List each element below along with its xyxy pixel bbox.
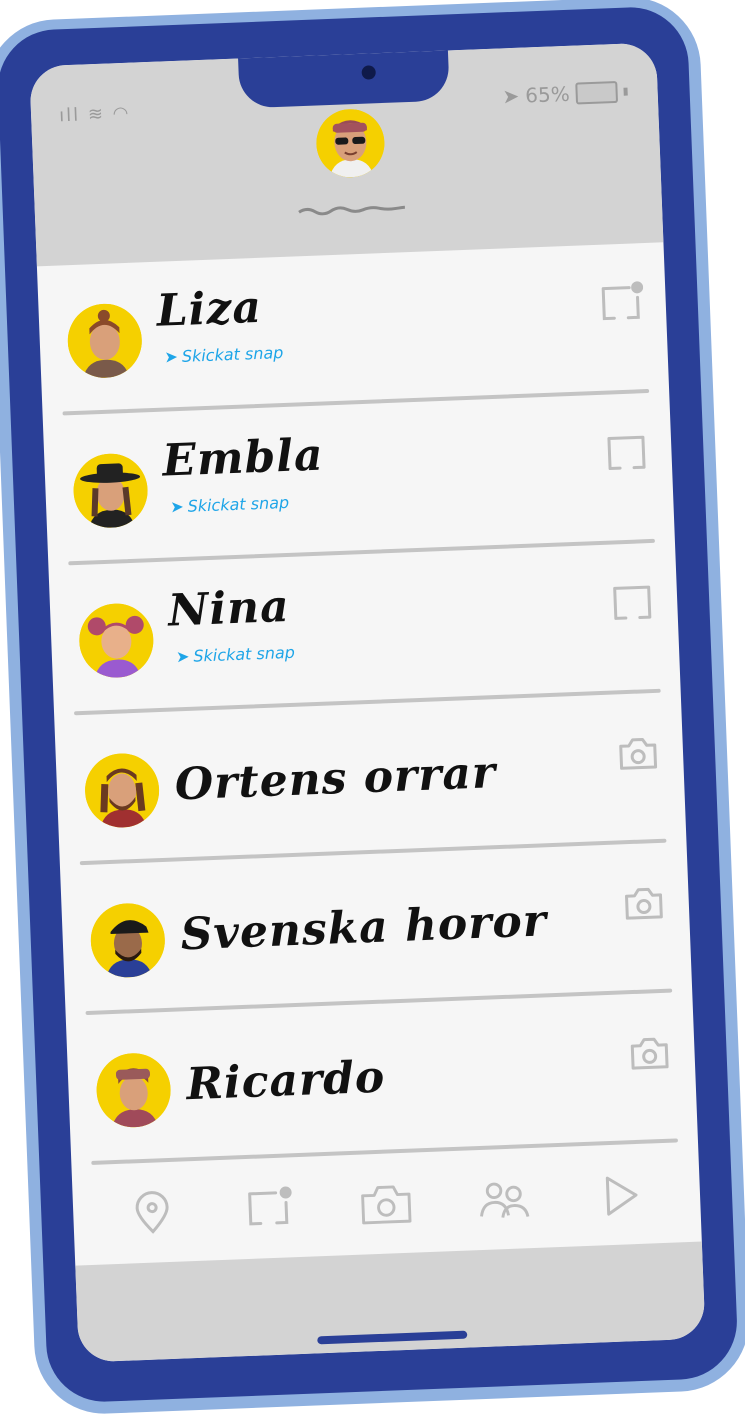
avatar bbox=[95, 1051, 172, 1129]
avatar bbox=[83, 752, 161, 829]
chat-name: Ricardo bbox=[185, 1051, 387, 1111]
avatar bbox=[66, 302, 144, 380]
avatar bbox=[72, 452, 149, 530]
nav-chat-button[interactable] bbox=[239, 1178, 299, 1238]
bitmoji-avatar-icon bbox=[77, 602, 155, 679]
phone-screen: ıll ≋ ◠ ➤ 65% Liza ➤ Skickat snap Embla … bbox=[29, 42, 706, 1363]
battery-percent: 65% bbox=[524, 81, 571, 108]
chat-list: Liza ➤ Skickat snap Embla ➤ Skickat snap… bbox=[37, 242, 698, 1165]
chat-row-liza[interactable]: Liza ➤ Skickat snap bbox=[37, 242, 669, 416]
sent-arrow-icon: ➤ bbox=[164, 347, 179, 367]
chat-status: ➤ Skickat snap bbox=[169, 492, 290, 517]
chat-name: Nina bbox=[167, 580, 291, 637]
chat-row-nina[interactable]: Nina ➤ Skickat snap bbox=[48, 542, 680, 716]
wifi-icon: ≋ ◠ bbox=[87, 102, 131, 126]
bitmoji-avatar-icon bbox=[95, 1051, 172, 1129]
chat-status: ➤ Skickat snap bbox=[164, 342, 284, 367]
signal-indicator: ıll ≋ ◠ bbox=[59, 103, 131, 127]
bitmoji-avatar-sunglasses-icon bbox=[314, 107, 386, 179]
battery-icon bbox=[575, 80, 619, 105]
chat-row-embla[interactable]: Embla ➤ Skickat snap bbox=[43, 392, 675, 566]
sent-arrow-icon: ➤ bbox=[169, 496, 184, 517]
avatar bbox=[89, 901, 167, 979]
username-scribble bbox=[297, 205, 405, 216]
nav-friends-button[interactable] bbox=[474, 1169, 534, 1229]
chat-name: Svenska horor bbox=[179, 895, 548, 961]
chat-status: ➤ Skickat snap bbox=[175, 642, 296, 667]
camera-icon[interactable] bbox=[626, 1029, 674, 1077]
bitmoji-avatar-icon bbox=[66, 302, 144, 380]
nav-camera-button[interactable] bbox=[357, 1174, 417, 1234]
camera-icon bbox=[361, 1185, 412, 1225]
friends-icon bbox=[479, 1182, 530, 1218]
notch bbox=[237, 48, 450, 109]
status-right: ➤ 65% bbox=[502, 80, 628, 109]
chat-name: Liza bbox=[155, 281, 263, 337]
chat-row-ricardo[interactable]: Ricardo bbox=[66, 992, 698, 1166]
chat-icon[interactable] bbox=[603, 429, 651, 477]
location-arrow-icon: ➤ bbox=[502, 83, 520, 109]
map-pin-icon bbox=[135, 1191, 169, 1234]
chat-name: Embla bbox=[161, 429, 325, 487]
bitmoji-avatar-icon bbox=[72, 452, 149, 530]
nav-map-button[interactable] bbox=[122, 1183, 182, 1243]
play-icon bbox=[606, 1176, 638, 1216]
home-indicator[interactable] bbox=[316, 1330, 467, 1345]
phone-frame-outer: ıll ≋ ◠ ➤ 65% Liza ➤ Skickat snap Embla … bbox=[0, 0, 745, 1416]
profile-avatar[interactable] bbox=[314, 107, 386, 179]
front-camera bbox=[360, 65, 376, 80]
bitmoji-avatar-icon bbox=[89, 901, 167, 979]
phone-frame: ıll ≋ ◠ ➤ 65% Liza ➤ Skickat snap Embla … bbox=[0, 5, 740, 1404]
camera-icon[interactable] bbox=[614, 729, 662, 777]
chat-unread-icon[interactable] bbox=[597, 279, 645, 327]
signal-icon: ıll bbox=[58, 104, 81, 127]
sent-arrow-icon: ➤ bbox=[175, 646, 190, 667]
chat-row-svenska-horor[interactable]: Svenska horor bbox=[60, 842, 692, 1016]
avatar bbox=[77, 602, 155, 679]
chat-unread-icon bbox=[248, 1186, 292, 1226]
chat-icon[interactable] bbox=[608, 579, 656, 627]
chat-row-ortens-orrar[interactable]: Ortens orrar bbox=[54, 692, 686, 866]
camera-icon[interactable] bbox=[620, 879, 668, 927]
nav-stories-button[interactable] bbox=[591, 1165, 651, 1225]
chat-name: Ortens orrar bbox=[173, 747, 497, 811]
bitmoji-avatar-icon bbox=[83, 752, 161, 829]
